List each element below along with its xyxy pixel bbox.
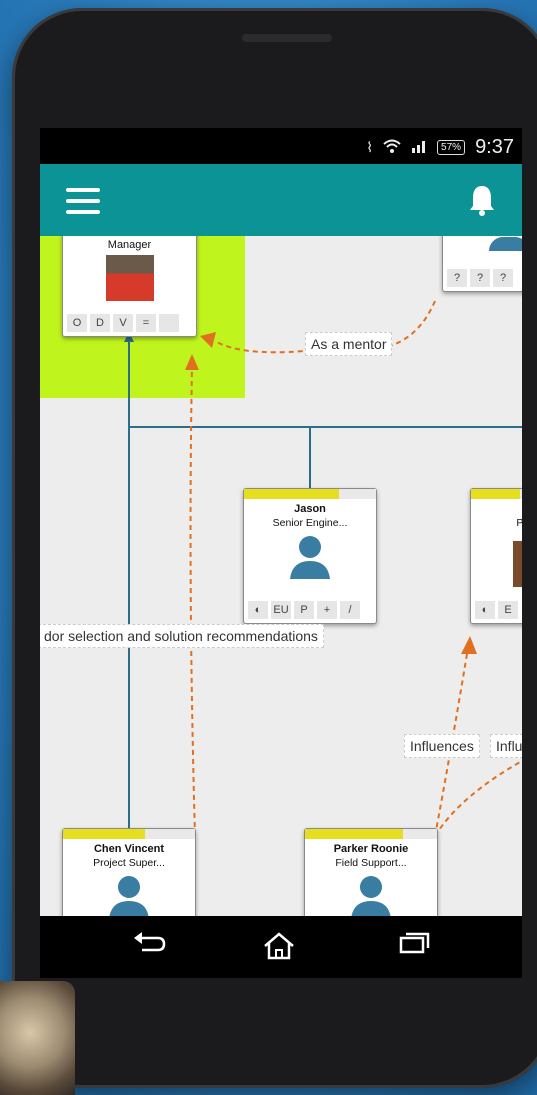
node-card-top-right[interactable]: ? ? ? — [442, 236, 522, 292]
person-name: Jason — [294, 503, 326, 515]
person-photo — [105, 255, 154, 301]
back-icon[interactable] — [132, 932, 166, 961]
relation-label-influences[interactable]: Influences — [404, 734, 480, 758]
card-action-q3[interactable]: ? — [493, 269, 513, 287]
card-action-o[interactable]: O — [67, 314, 87, 332]
progress-bar — [63, 829, 195, 839]
person-silhouette-icon — [489, 237, 522, 251]
status-bar: ⌇ 57% 9:37 — [40, 128, 522, 164]
person-silhouette-icon — [109, 876, 149, 916]
progress-bar — [471, 489, 522, 499]
person-role: Proj — [516, 517, 522, 529]
card-title: Manager — [107, 239, 152, 251]
relation-label-influences-2[interactable]: Influ — [490, 734, 522, 758]
signal-icon — [411, 139, 427, 156]
person-role: Project Super... — [93, 857, 165, 869]
progress-bar — [305, 829, 437, 839]
card-actions: ◐ EU P + / — [248, 601, 360, 619]
battery-indicator: 57% — [437, 140, 466, 155]
card-actions: ◐ E — [475, 601, 518, 619]
card-action-status[interactable]: ◐ — [248, 601, 268, 619]
progress-fill — [244, 489, 340, 499]
card-action-v[interactable]: V — [113, 314, 133, 332]
person-name: Parker Roonie — [333, 843, 409, 855]
relation-label-vendor[interactable]: dor selection and solution recommendatio… — [40, 624, 324, 648]
progress-fill — [305, 829, 403, 839]
person-photo — [513, 541, 522, 587]
card-action-p[interactable]: P — [294, 601, 314, 619]
navigation-bar — [40, 916, 522, 978]
card-action-eq[interactable]: = — [136, 314, 156, 332]
person-name: le — [471, 503, 522, 515]
node-card-parker-roonie[interactable]: Parker Roonie Field Support... — [304, 828, 438, 916]
card-action-blank[interactable] — [159, 314, 179, 332]
wifi-icon — [383, 139, 401, 156]
progress-fill — [63, 829, 145, 839]
status-icons: ⌇ 57% 9:37 — [366, 136, 514, 159]
card-actions: O D V = — [67, 314, 179, 332]
phone-speaker — [242, 34, 332, 42]
person-name: Chen Vincent — [93, 843, 165, 855]
relation-label-mentor[interactable]: As a mentor — [305, 332, 393, 356]
card-action-q1[interactable]: ? — [447, 269, 467, 287]
home-icon[interactable] — [262, 932, 296, 965]
node-card-jason[interactable]: Jason Senior Engine... ◐ EU P + / — [243, 488, 377, 624]
menu-icon[interactable] — [66, 188, 100, 214]
node-card-right-partial[interactable]: le Proj ◐ E — [470, 488, 522, 624]
clock: 9:37 — [475, 136, 514, 158]
node-card-chen-vincent[interactable]: Chen Vincent Project Super... — [62, 828, 196, 916]
card-action-status[interactable]: ◐ — [475, 601, 495, 619]
node-card-manager[interactable]: Manager O D V = — [62, 236, 197, 337]
person-role: Senior Engine... — [272, 517, 348, 529]
app-bar — [40, 164, 522, 236]
progress-fill — [471, 489, 520, 499]
org-chart-canvas[interactable]: Manager O D V = ? ? ? Jason Senior Engin… — [40, 236, 522, 916]
vibrate-icon: ⌇ — [366, 139, 374, 155]
card-action-add[interactable]: + — [317, 601, 337, 619]
progress-bar — [244, 489, 376, 499]
card-action-eu[interactable]: EU — [271, 601, 291, 619]
bell-icon[interactable] — [468, 184, 496, 216]
webcam-overlay — [0, 981, 75, 1095]
person-silhouette-icon — [351, 876, 391, 916]
card-action-edit[interactable]: / — [340, 601, 360, 619]
card-action-d[interactable]: D — [90, 314, 110, 332]
person-role: Field Support... — [335, 857, 407, 869]
person-silhouette-icon — [290, 536, 330, 579]
card-action-e[interactable]: E — [498, 601, 518, 619]
card-action-q2[interactable]: ? — [470, 269, 490, 287]
recent-apps-icon[interactable] — [398, 932, 430, 961]
app-screen: ⌇ 57% 9:37 Manager O D V = ? ? ? Jason S… — [40, 128, 522, 978]
card-actions: ? ? ? — [447, 269, 513, 287]
